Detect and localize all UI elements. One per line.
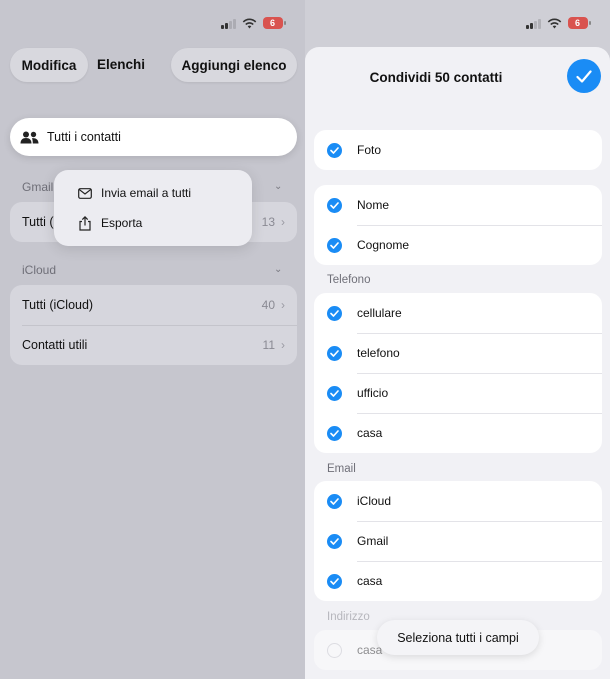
list-item-label: Contatti utili bbox=[22, 338, 88, 352]
export-icon bbox=[76, 215, 94, 231]
menu-item-label: Invia email a tutti bbox=[101, 186, 192, 200]
field-label: Foto bbox=[357, 143, 382, 157]
email-card: iCloud Gmail casa bbox=[314, 481, 602, 601]
context-menu: Invia email a tutti Esporta bbox=[54, 170, 252, 246]
cellular-signal-icon bbox=[526, 18, 541, 29]
share-sheet: Condividi 50 contatti Foto Nome Cognome … bbox=[305, 47, 610, 679]
field-row-icloud[interactable]: iCloud bbox=[314, 481, 602, 521]
field-row-nome[interactable]: Nome bbox=[314, 185, 602, 225]
page-title: Elenchi bbox=[97, 57, 146, 72]
field-row-gmail[interactable]: Gmail bbox=[314, 521, 602, 561]
chevron-right-icon: › bbox=[281, 215, 285, 229]
phone-section-header: Telefono bbox=[327, 274, 371, 286]
chevron-down-icon[interactable]: ⌄ bbox=[274, 264, 282, 275]
list-item[interactable]: Tutti (iCloud) 40 › bbox=[10, 285, 297, 325]
list-item-count: 13 bbox=[261, 215, 275, 229]
wifi-icon bbox=[242, 18, 256, 28]
field-label: cellulare bbox=[357, 306, 402, 320]
status-bar: 6 bbox=[526, 14, 591, 32]
checkbox-checked-icon[interactable] bbox=[327, 305, 342, 321]
list-item-label: Tutti (iCloud) bbox=[22, 298, 94, 312]
edit-button[interactable]: Modifica bbox=[10, 48, 88, 82]
checkbox-checked-icon[interactable] bbox=[327, 425, 342, 441]
field-label: Nome bbox=[357, 198, 390, 212]
select-all-fields-button[interactable]: Seleziona tutti i campi bbox=[377, 620, 539, 655]
checkbox-checked-icon[interactable] bbox=[327, 142, 342, 158]
email-section-header: Email bbox=[327, 463, 356, 475]
field-row-ufficio[interactable]: ufficio bbox=[314, 373, 602, 413]
done-button[interactable] bbox=[567, 59, 601, 93]
wifi-icon bbox=[547, 18, 561, 28]
menu-item-label: Esporta bbox=[101, 216, 143, 230]
checkbox-checked-icon[interactable] bbox=[327, 197, 342, 213]
sheet-title: Condividi 50 contatti bbox=[369, 70, 503, 85]
checkmark-icon bbox=[576, 69, 592, 83]
list-item-label: Tutti ( bbox=[22, 215, 54, 229]
list-item[interactable]: Contatti utili 11 › bbox=[10, 325, 297, 365]
list-item-count: 40 bbox=[261, 298, 275, 312]
name-card: Nome Cognome bbox=[314, 185, 602, 265]
field-label: ufficio bbox=[357, 386, 389, 400]
checkbox-unchecked-icon[interactable] bbox=[327, 642, 342, 658]
share-contacts-screen: 6 Condividi 50 contatti Foto Nome Cognom… bbox=[305, 0, 610, 679]
icloud-group-card: Tutti (iCloud) 40 › Contatti utili 11 › bbox=[10, 285, 297, 365]
phone-card: cellulare telefono ufficio casa bbox=[314, 293, 602, 453]
field-row-casa-email[interactable]: casa bbox=[314, 561, 602, 601]
field-row-cognome[interactable]: Cognome bbox=[314, 225, 602, 265]
chevron-right-icon: › bbox=[281, 338, 285, 352]
lists-screen: 6 Modifica Elenchi Aggiungi elenco Tutti… bbox=[0, 0, 305, 679]
photo-card: Foto bbox=[314, 130, 602, 170]
field-label: telefono bbox=[357, 346, 400, 360]
field-label: iCloud bbox=[357, 494, 392, 508]
add-list-button[interactable]: Aggiungi elenco bbox=[171, 48, 297, 82]
field-row-casa-phone[interactable]: casa bbox=[314, 413, 602, 453]
checkbox-checked-icon[interactable] bbox=[327, 237, 342, 253]
gmail-section-header: Gmail bbox=[22, 180, 54, 194]
field-label: Cognome bbox=[357, 238, 410, 252]
people-icon bbox=[20, 131, 39, 143]
checkbox-checked-icon[interactable] bbox=[327, 493, 342, 509]
battery-icon: 6 bbox=[567, 17, 591, 29]
field-row-foto[interactable]: Foto bbox=[314, 130, 602, 170]
checkbox-checked-icon[interactable] bbox=[327, 385, 342, 401]
envelope-icon bbox=[76, 187, 94, 199]
address-section-header: Indirizzo bbox=[327, 611, 370, 623]
menu-item-email-all[interactable]: Invia email a tutti bbox=[54, 178, 252, 208]
field-row-cellulare[interactable]: cellulare bbox=[314, 293, 602, 333]
field-label: casa bbox=[357, 574, 383, 588]
checkbox-checked-icon[interactable] bbox=[327, 573, 342, 589]
all-contacts-item[interactable]: Tutti i contatti bbox=[10, 118, 297, 156]
icloud-section-header: iCloud bbox=[22, 263, 57, 277]
chevron-down-icon[interactable]: ⌄ bbox=[274, 181, 282, 192]
cellular-signal-icon bbox=[221, 18, 236, 29]
status-bar: 6 bbox=[221, 14, 286, 32]
checkbox-checked-icon[interactable] bbox=[327, 533, 342, 549]
field-label: casa bbox=[357, 426, 383, 440]
field-row-telefono[interactable]: telefono bbox=[314, 333, 602, 373]
all-contacts-label: Tutti i contatti bbox=[47, 130, 121, 144]
field-label: Gmail bbox=[357, 534, 389, 548]
chevron-right-icon: › bbox=[281, 298, 285, 312]
checkbox-checked-icon[interactable] bbox=[327, 345, 342, 361]
menu-item-export[interactable]: Esporta bbox=[54, 208, 252, 238]
battery-icon: 6 bbox=[262, 17, 286, 29]
list-item-count: 11 bbox=[262, 338, 275, 352]
